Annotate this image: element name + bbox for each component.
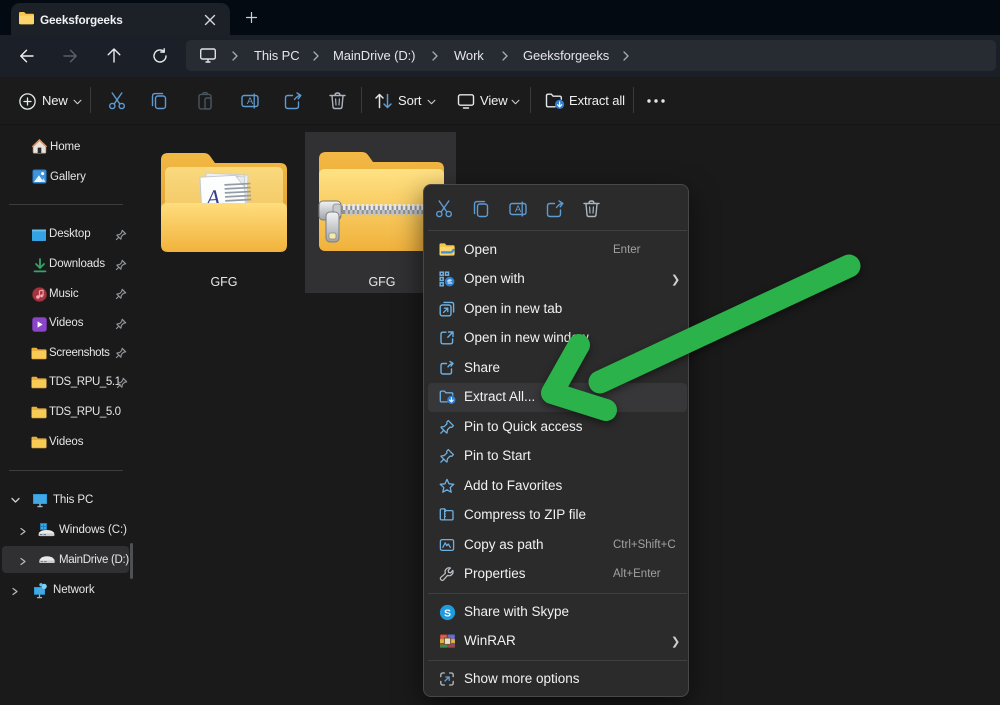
svg-text:A: A bbox=[515, 204, 522, 215]
svg-text:A: A bbox=[247, 96, 254, 107]
svg-text:S: S bbox=[444, 607, 451, 619]
